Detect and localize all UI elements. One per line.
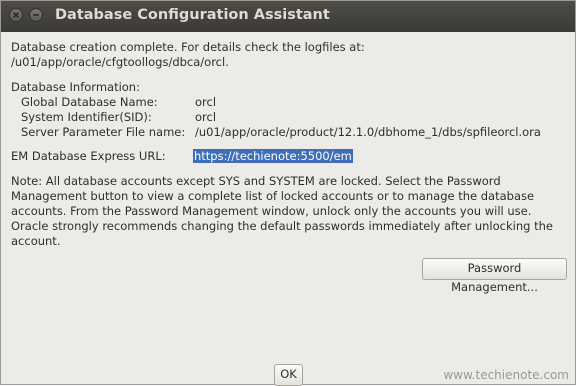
sid-value: orcl — [195, 110, 217, 124]
db-info-heading: Database Information: — [11, 80, 140, 94]
global-db-name-value: orcl — [195, 95, 217, 109]
spfile-label: Server Parameter File name: — [21, 125, 186, 139]
spfile-value: /u01/app/oracle/product/12.1.0/dbhome_1/… — [195, 125, 541, 139]
completion-message: Database creation complete. For details … — [11, 40, 365, 54]
window-title: Database Configuration Assistant — [55, 7, 330, 23]
global-db-name-label: Global Database Name: — [21, 95, 158, 109]
watermark: www.techienote.com — [443, 368, 569, 382]
sid-label: System Identifier(SID): — [21, 110, 152, 124]
em-url-text[interactable]: https://techienote:5500/em — [193, 149, 353, 163]
em-url-value[interactable]: https://techienote:5500/em — [193, 149, 353, 163]
em-url-label: EM Database Express URL: — [11, 149, 166, 163]
password-management-button[interactable]: Password Management... — [422, 258, 567, 294]
close-window-button[interactable] — [9, 8, 23, 22]
note-line: Note: All database accounts except SYS a… — [11, 174, 501, 188]
logfile-path: /u01/app/oracle/cfgtoollogs/dbca/orcl. — [11, 55, 229, 69]
ok-button[interactable]: OK — [274, 364, 303, 386]
note-line: accounts. From the Password Management w… — [11, 204, 532, 218]
minimize-icon — [33, 14, 39, 16]
title-bar: Database Configuration Assistant — [1, 1, 575, 32]
close-icon — [12, 11, 20, 19]
dialog-window: Database Configuration Assistant Databas… — [0, 0, 576, 386]
note-line: Oracle strongly recommends changing the … — [11, 219, 553, 233]
note-line: Management button to view a complete lis… — [11, 189, 535, 203]
note-line: account. — [11, 234, 61, 248]
dialog-content: Database creation complete. For details … — [1, 32, 575, 386]
minimize-window-button[interactable] — [29, 8, 43, 22]
